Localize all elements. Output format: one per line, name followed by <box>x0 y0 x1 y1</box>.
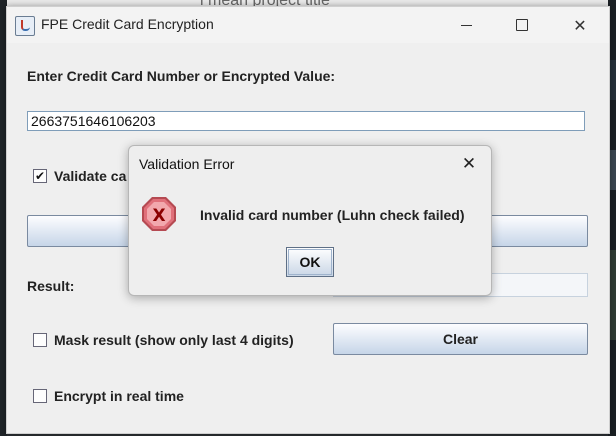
validation-error-dialog: Validation Error ✕ X Invalid card number… <box>128 145 492 296</box>
mask-checkbox-label: Mask result (show only last 4 digits) <box>54 332 294 348</box>
clear-button[interactable]: Clear <box>333 323 588 355</box>
encrypt-button[interactable] <box>27 215 139 247</box>
realtime-checkbox-label: Encrypt in real time <box>54 388 184 404</box>
java-app-icon <box>15 16 35 36</box>
ok-button[interactable]: OK <box>286 247 334 277</box>
validate-checkbox[interactable]: ✔ <box>33 169 47 183</box>
minimize-icon <box>460 24 472 26</box>
close-window-button[interactable]: ✕ <box>557 7 603 43</box>
checkmark-icon: ✔ <box>34 169 46 183</box>
card-number-input[interactable]: 2663751646106203 <box>27 111 585 131</box>
close-icon: ✕ <box>461 154 477 174</box>
dialog-close-button[interactable]: ✕ <box>455 152 483 176</box>
dialog-message: Invalid card number (Luhn check failed) <box>200 207 465 223</box>
realtime-checkbox[interactable] <box>33 389 47 403</box>
error-icon: X <box>142 197 176 231</box>
maximize-icon <box>516 19 528 31</box>
result-label: Result: <box>27 278 75 294</box>
mask-checkbox[interactable] <box>33 333 47 347</box>
window-title: FPE Credit Card Encryption <box>41 16 214 32</box>
svg-text:X: X <box>152 206 165 226</box>
input-label: Enter Credit Card Number or Encrypted Va… <box>27 68 336 84</box>
title-bar[interactable]: FPE Credit Card Encryption ✕ <box>7 7 609 43</box>
maximize-button[interactable] <box>499 7 545 43</box>
dialog-title: Validation Error <box>139 156 235 172</box>
validate-checkbox-label: Validate ca <box>54 168 127 184</box>
decrypt-button[interactable] <box>489 215 588 247</box>
minimize-button[interactable] <box>443 7 489 43</box>
close-icon: ✕ <box>573 15 587 35</box>
